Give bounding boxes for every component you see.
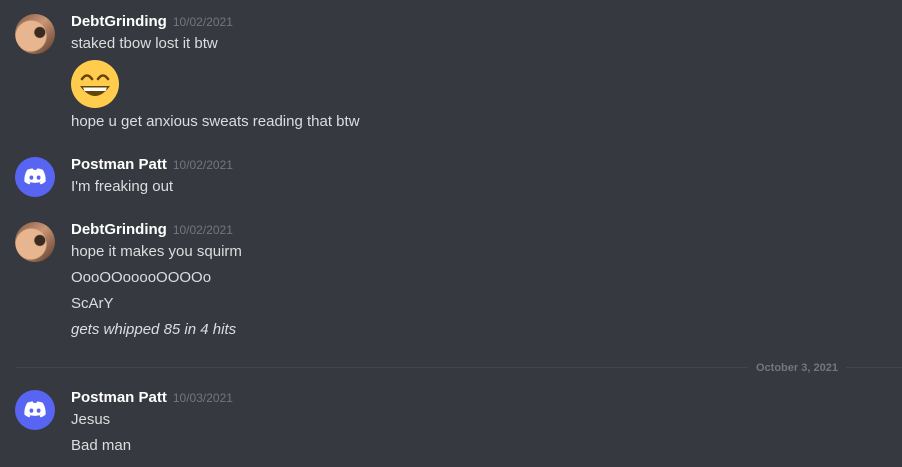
message-text: OooOOooooOOOOo [71, 269, 212, 286]
message-group: DebtGrinding 10/02/2021 hope it makes you… [0, 220, 902, 345]
message-text-italic: gets whipped 85 in 4 hits [71, 321, 237, 338]
discord-glyph-icon [24, 401, 46, 418]
message-header: Postman Patt 10/03/2021 [71, 388, 233, 408]
message-text: Bad man [71, 437, 132, 454]
user-avatar[interactable] [15, 14, 55, 54]
message-group: Postman Patt 10/03/2021 Jesus Bad man [0, 388, 902, 463]
username[interactable]: DebtGrinding [71, 13, 167, 30]
user-avatar[interactable] [15, 222, 55, 262]
timestamp: 10/03/2021 [172, 391, 233, 405]
message-group: Postman Patt 10/02/2021 I'm freaking out [0, 155, 902, 200]
message-group: DebtGrinding 10/02/2021 staked tbow lost … [0, 12, 902, 137]
message-text: staked tbow lost it btw [71, 35, 218, 52]
message-header: DebtGrinding 10/02/2021 [71, 220, 233, 240]
date-divider-label: October 3, 2021 [748, 360, 846, 376]
message-header: DebtGrinding 10/02/2021 [71, 12, 233, 32]
message-text: I'm freaking out [71, 178, 174, 195]
username[interactable]: Postman Patt [71, 156, 167, 173]
grinning-face-with-smiling-eyes-emoji [71, 60, 119, 108]
discord-logo-icon[interactable] [15, 157, 55, 197]
message-text: hope u get anxious sweats reading that b… [71, 113, 360, 130]
message-text: hope it makes you squirm [71, 243, 242, 260]
timestamp: 10/02/2021 [172, 15, 233, 29]
timestamp: 10/02/2021 [172, 158, 233, 172]
message-header: Postman Patt 10/02/2021 [71, 155, 233, 175]
discord-logo-icon[interactable] [15, 390, 55, 430]
message-text: ScArY [71, 295, 114, 312]
timestamp: 10/02/2021 [172, 223, 233, 237]
username[interactable]: DebtGrinding [71, 221, 167, 238]
message-text: Jesus [71, 411, 111, 428]
discord-glyph-icon [24, 168, 46, 185]
username[interactable]: Postman Patt [71, 389, 167, 406]
